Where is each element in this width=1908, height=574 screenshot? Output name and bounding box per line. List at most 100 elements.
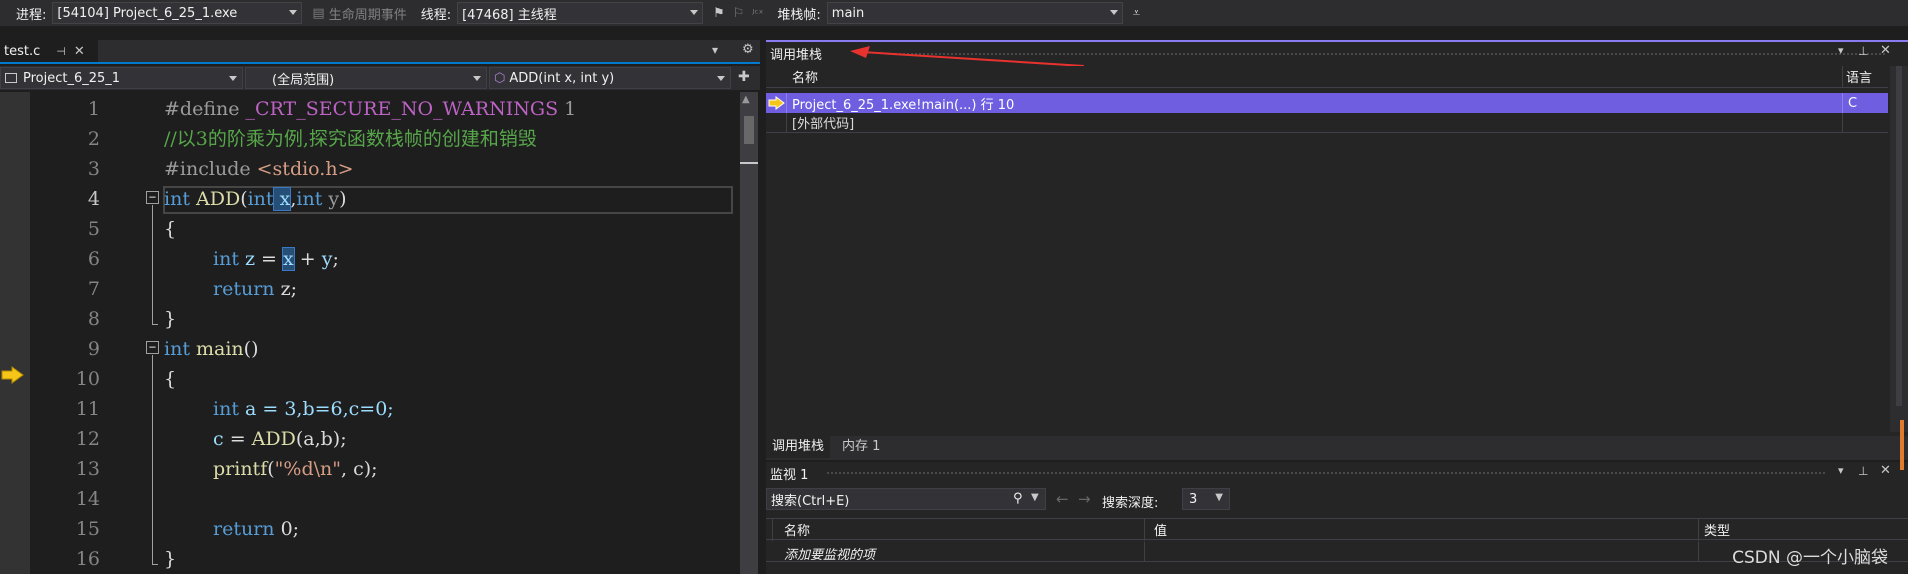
stack-frame-row[interactable]: Project_6_25_1.exe!main(...) 行 10 C: [766, 93, 1888, 113]
column-header-value[interactable]: 值: [1154, 520, 1167, 539]
pin-icon[interactable]: ⊥: [1858, 464, 1868, 478]
row-divider: [1842, 113, 1843, 133]
line-number: 5: [87, 218, 100, 240]
tab-call-stack[interactable]: 调用堆栈: [766, 436, 831, 458]
line-number: 9: [87, 338, 100, 360]
line-numbers: 1 2 3 4 5 6 7 8 9 10 11 12 13 14 15 16: [30, 92, 100, 574]
process-label: 进程:: [16, 7, 47, 23]
stack-frame-name: [外部代码]: [792, 117, 855, 132]
window-menu-icon[interactable]: ▾: [1838, 464, 1844, 477]
column-header-type[interactable]: 类型: [1704, 520, 1730, 539]
editor-vertical-scrollbar[interactable]: ▲: [740, 92, 758, 574]
project-dropdown[interactable]: Project_6_25_1: [0, 67, 243, 89]
stack-frame-name: Project_6_25_1.exe!main(...) 行 10: [792, 97, 1015, 113]
chevron-down-icon[interactable]: ▼: [1031, 492, 1039, 503]
document-tabstrip: test.c ⊣ ✕ ▾ ⚙: [0, 40, 760, 64]
code-line: int a = 3,b=6,c=0;: [213, 398, 394, 420]
column-divider[interactable]: [1144, 519, 1145, 541]
line-number: 6: [87, 248, 100, 270]
line-number: 8: [87, 308, 100, 330]
thread-label: 线程:: [420, 7, 452, 23]
search-depth-label: 搜索深度:: [1102, 496, 1159, 511]
toolbar-overflow-icon[interactable]: ⩡: [1133, 6, 1140, 21]
project-icon: [5, 73, 17, 83]
gear-icon[interactable]: ⚙: [742, 42, 754, 57]
close-icon[interactable]: ✕: [74, 44, 85, 59]
code-line: #include <stdio.h>: [164, 158, 354, 180]
call-stack-scrollbar[interactable]: [1890, 66, 1908, 432]
stackframe-value: main: [831, 5, 865, 21]
chevron-down-icon: [717, 76, 725, 81]
code-line: return 0;: [213, 518, 300, 540]
stackframe-dropdown[interactable]: main: [826, 2, 1123, 24]
line-number: 3: [87, 158, 100, 180]
call-stack-title: 调用堆栈: [770, 47, 823, 63]
code-line: int ADD(int x,int y): [164, 187, 347, 211]
tab-overflow-icon[interactable]: ▾: [712, 43, 718, 57]
process-value: [54104] Project_6_25_1.exe: [57, 5, 238, 21]
lifecycle-icon: ▤: [312, 5, 325, 21]
code-line: int z = x + y;: [213, 247, 339, 271]
title-grip: [826, 471, 1826, 475]
function-dropdown[interactable]: ⬡ ADD(int x, int y): [489, 67, 731, 89]
call-stack-header: 名称 语言: [766, 66, 1888, 88]
watch-header: 名称 值 类型: [766, 518, 1908, 541]
search-icon[interactable]: ⚲: [1013, 491, 1023, 506]
line-number: 10: [75, 368, 100, 390]
row-divider: [786, 93, 787, 113]
thread-dropdown[interactable]: [47468] 主线程: [457, 2, 704, 24]
scrollbar-thumb[interactable]: [744, 116, 754, 144]
chevron-down-icon: [289, 10, 298, 15]
watch-search-box[interactable]: 搜索(Ctrl+E) ⚲ ▼: [766, 488, 1046, 510]
code-line: return z;: [213, 278, 297, 300]
watermark: CSDN @一个小脑袋: [1732, 548, 1888, 568]
scroll-up-icon[interactable]: ▲: [742, 94, 750, 105]
scope-dropdown-value: (全局范围): [272, 72, 335, 88]
lifecycle-events-button[interactable]: 生命周期事件: [329, 4, 407, 23]
search-depth-dropdown[interactable]: 3 ▼: [1182, 488, 1230, 510]
flag-all-threads-icon[interactable]: ⚐: [733, 6, 745, 21]
scrollbar-track: [1896, 66, 1902, 406]
tab-memory-1[interactable]: 内存 1: [836, 436, 886, 458]
stackframe-label: 堆栈帧:: [777, 7, 821, 23]
chevron-down-icon: ▼: [1215, 492, 1223, 503]
close-icon[interactable]: ✕: [1880, 43, 1891, 58]
tab-test-c[interactable]: test.c ⊣ ✕: [0, 40, 98, 62]
scope-dropdown[interactable]: (全局范围): [245, 67, 487, 89]
column-header-name[interactable]: 名称: [792, 67, 818, 86]
code-text[interactable]: #define _CRT_SECURE_NO_WARNINGS 1 //以3的阶…: [100, 92, 740, 574]
scroll-marker: [1900, 420, 1904, 470]
column-header-name[interactable]: 名称: [784, 520, 810, 539]
search-depth-value: 3: [1189, 491, 1198, 507]
code-line: c = ADD(a,b);: [213, 428, 347, 450]
close-icon[interactable]: ✕: [1880, 463, 1891, 478]
code-line: {: [164, 368, 177, 390]
line-number: 15: [75, 518, 100, 540]
line-number-current: 4: [87, 188, 100, 210]
add-watch-item[interactable]: 添加要监视的项: [784, 544, 875, 563]
search-next-icon[interactable]: →: [1078, 490, 1091, 508]
search-previous-icon[interactable]: ←: [1056, 490, 1069, 508]
process-dropdown[interactable]: [54104] Project_6_25_1.exe: [52, 2, 303, 24]
pin-icon[interactable]: ⊥: [1858, 44, 1868, 58]
flag-thread-icon[interactable]: ⚑: [713, 6, 725, 21]
column-header-language[interactable]: 语言: [1846, 67, 1872, 86]
stack-frame-row[interactable]: [外部代码]: [766, 113, 1888, 133]
column-divider[interactable]: [1842, 66, 1843, 88]
window-menu-icon[interactable]: ▾: [1838, 44, 1844, 57]
split-window-icon[interactable]: ✚: [738, 69, 750, 85]
pin-icon[interactable]: ⊣: [56, 45, 66, 58]
indicator-margin[interactable]: [0, 92, 30, 574]
column-divider: [772, 519, 773, 541]
line-number: 12: [75, 428, 100, 450]
watch-title: 监视 1: [770, 467, 809, 483]
line-number: 2: [87, 128, 100, 150]
code-line: }: [164, 548, 177, 570]
search-input[interactable]: 搜索(Ctrl+E): [771, 490, 849, 509]
bottom-tabstrip: 调用堆栈 内存 1: [766, 436, 1908, 460]
column-divider[interactable]: [1698, 519, 1699, 541]
code-line: {: [164, 218, 177, 240]
editor-navigation-bar: Project_6_25_1 (全局范围) ⬡ ADD(int x, int y…: [0, 66, 760, 90]
thread-value: [47468] 主线程: [462, 7, 557, 23]
jcx-icon[interactable]: ᴶᶜˣ: [752, 7, 763, 20]
